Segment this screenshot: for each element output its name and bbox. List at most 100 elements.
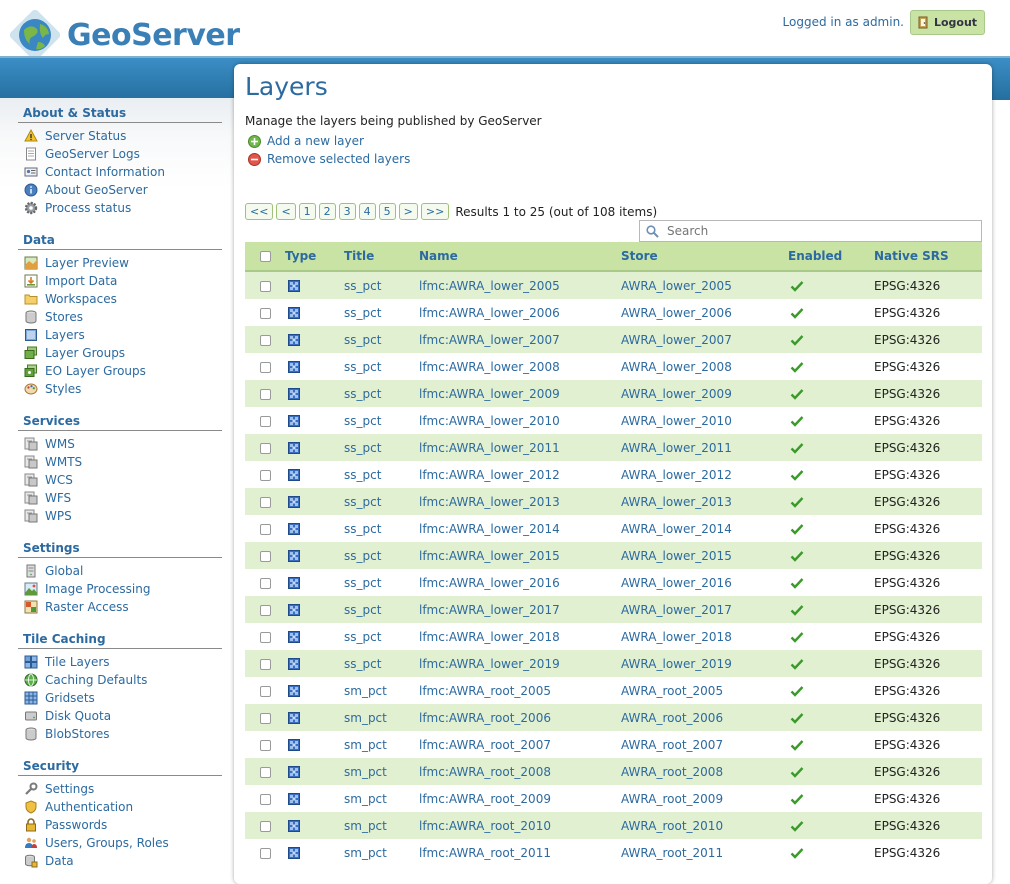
cell-title[interactable]: ss_pct: [344, 488, 419, 515]
cell-store[interactable]: AWRA_lower_2015: [621, 542, 788, 569]
cell-title[interactable]: ss_pct: [344, 650, 419, 677]
cell-store[interactable]: AWRA_lower_2012: [621, 461, 788, 488]
sidebar-item-users-groups-roles[interactable]: Users, Groups, Roles: [18, 834, 222, 852]
cell-store[interactable]: AWRA_lower_2011: [621, 434, 788, 461]
cell-title[interactable]: ss_pct: [344, 353, 419, 380]
cell-title[interactable]: sm_pct: [344, 758, 419, 785]
cell-title[interactable]: ss_pct: [344, 542, 419, 569]
cell-name[interactable]: lfmc:AWRA_root_2005: [419, 677, 621, 704]
row-select-checkbox[interactable]: [259, 388, 271, 400]
cell-name[interactable]: lfmc:AWRA_lower_2009: [419, 380, 621, 407]
cell-name[interactable]: lfmc:AWRA_lower_2005: [419, 271, 621, 299]
sidebar-item-raster-access[interactable]: Raster Access: [18, 598, 222, 616]
cell-store[interactable]: AWRA_lower_2019: [621, 650, 788, 677]
cell-name[interactable]: lfmc:AWRA_lower_2019: [419, 650, 621, 677]
cell-store[interactable]: AWRA_lower_2010: [621, 407, 788, 434]
row-select-checkbox[interactable]: [259, 442, 271, 454]
cell-title[interactable]: sm_pct: [344, 704, 419, 731]
row-select-checkbox[interactable]: [259, 307, 271, 319]
column-header-title[interactable]: Title: [344, 242, 419, 272]
cell-title[interactable]: ss_pct: [344, 326, 419, 353]
row-select-checkbox[interactable]: [259, 280, 271, 292]
add-layer-link[interactable]: Add a new layer: [248, 134, 364, 148]
sidebar-item-disk-quota[interactable]: Disk Quota: [18, 707, 222, 725]
search-input[interactable]: [665, 223, 969, 239]
cell-title[interactable]: sm_pct: [344, 731, 419, 758]
cell-name[interactable]: lfmc:AWRA_root_2006: [419, 704, 621, 731]
column-header-name[interactable]: Name: [419, 242, 621, 272]
column-header-type[interactable]: Type: [285, 242, 344, 272]
cell-name[interactable]: lfmc:AWRA_root_2008: [419, 758, 621, 785]
page-first-button[interactable]: <<: [245, 203, 274, 220]
cell-title[interactable]: sm_pct: [344, 785, 419, 812]
sidebar-item-eo-layer-groups[interactable]: EO Layer Groups: [18, 362, 222, 380]
row-select-checkbox[interactable]: [259, 415, 271, 427]
sidebar-item-blobstores[interactable]: BlobStores: [18, 725, 222, 743]
sidebar-item-styles[interactable]: Styles: [18, 380, 222, 398]
cell-name[interactable]: lfmc:AWRA_lower_2018: [419, 623, 621, 650]
cell-store[interactable]: AWRA_root_2011: [621, 839, 788, 866]
column-header-store[interactable]: Store: [621, 242, 788, 272]
add-layer-label[interactable]: Add a new layer: [267, 134, 364, 148]
row-select-checkbox[interactable]: [259, 820, 271, 832]
sidebar-item-layers[interactable]: Layers: [18, 326, 222, 344]
cell-store[interactable]: AWRA_lower_2008: [621, 353, 788, 380]
cell-store[interactable]: AWRA_lower_2007: [621, 326, 788, 353]
cell-title[interactable]: ss_pct: [344, 434, 419, 461]
sidebar-item-layer-preview[interactable]: Layer Preview: [18, 254, 222, 272]
cell-title[interactable]: ss_pct: [344, 569, 419, 596]
cell-store[interactable]: AWRA_lower_2017: [621, 596, 788, 623]
sidebar-item-process-status[interactable]: Process status: [18, 199, 222, 217]
row-select-checkbox[interactable]: [259, 712, 271, 724]
cell-store[interactable]: AWRA_lower_2005: [621, 271, 788, 299]
sidebar-item-gridsets[interactable]: Gridsets: [18, 689, 222, 707]
cell-title[interactable]: ss_pct: [344, 299, 419, 326]
cell-name[interactable]: lfmc:AWRA_lower_2008: [419, 353, 621, 380]
sidebar-item-image-processing[interactable]: Image Processing: [18, 580, 222, 598]
row-select-checkbox[interactable]: [259, 496, 271, 508]
cell-name[interactable]: lfmc:AWRA_root_2009: [419, 785, 621, 812]
page-1-button[interactable]: 1: [298, 203, 316, 220]
page-prev-button[interactable]: <: [276, 203, 296, 220]
cell-name[interactable]: lfmc:AWRA_root_2007: [419, 731, 621, 758]
sidebar-item-authentication[interactable]: Authentication: [18, 798, 222, 816]
row-select-checkbox[interactable]: [259, 550, 271, 562]
sidebar-item-wps[interactable]: WPS: [18, 507, 222, 525]
row-select-checkbox[interactable]: [259, 361, 271, 373]
cell-store[interactable]: AWRA_lower_2016: [621, 569, 788, 596]
sidebar-item-wfs[interactable]: WFS: [18, 489, 222, 507]
sidebar-item-caching-defaults[interactable]: Caching Defaults: [18, 671, 222, 689]
cell-store[interactable]: AWRA_root_2005: [621, 677, 788, 704]
column-header-native-srs[interactable]: Native SRS: [874, 242, 982, 272]
row-select-checkbox[interactable]: [259, 469, 271, 481]
cell-title[interactable]: ss_pct: [344, 271, 419, 299]
sidebar-item-about-geoserver[interactable]: About GeoServer: [18, 181, 222, 199]
cell-title[interactable]: ss_pct: [344, 515, 419, 542]
cell-store[interactable]: AWRA_root_2008: [621, 758, 788, 785]
cell-title[interactable]: ss_pct: [344, 407, 419, 434]
cell-store[interactable]: AWRA_lower_2018: [621, 623, 788, 650]
sidebar-item-geoserver-logs[interactable]: GeoServer Logs: [18, 145, 222, 163]
column-header-enabled[interactable]: Enabled: [788, 242, 874, 272]
cell-name[interactable]: lfmc:AWRA_lower_2011: [419, 434, 621, 461]
sidebar-item-passwords[interactable]: Passwords: [18, 816, 222, 834]
cell-name[interactable]: lfmc:AWRA_lower_2016: [419, 569, 621, 596]
cell-name[interactable]: lfmc:AWRA_root_2010: [419, 812, 621, 839]
page-next-button[interactable]: >: [398, 203, 418, 220]
cell-name[interactable]: lfmc:AWRA_root_2011: [419, 839, 621, 866]
row-select-checkbox[interactable]: [259, 577, 271, 589]
sidebar-item-tile-layers[interactable]: Tile Layers: [18, 653, 222, 671]
cell-name[interactable]: lfmc:AWRA_lower_2006: [419, 299, 621, 326]
sidebar-item-stores[interactable]: Stores: [18, 308, 222, 326]
row-select-checkbox[interactable]: [259, 793, 271, 805]
row-select-checkbox[interactable]: [259, 658, 271, 670]
sidebar-item-wcs[interactable]: WCS: [18, 471, 222, 489]
page-5-button[interactable]: 5: [378, 203, 396, 220]
cell-name[interactable]: lfmc:AWRA_lower_2014: [419, 515, 621, 542]
cell-store[interactable]: AWRA_lower_2006: [621, 299, 788, 326]
remove-layers-label[interactable]: Remove selected layers: [267, 152, 410, 166]
cell-store[interactable]: AWRA_root_2010: [621, 812, 788, 839]
cell-name[interactable]: lfmc:AWRA_lower_2007: [419, 326, 621, 353]
page-last-button[interactable]: >>: [420, 203, 450, 220]
sidebar-item-workspaces[interactable]: Workspaces: [18, 290, 222, 308]
